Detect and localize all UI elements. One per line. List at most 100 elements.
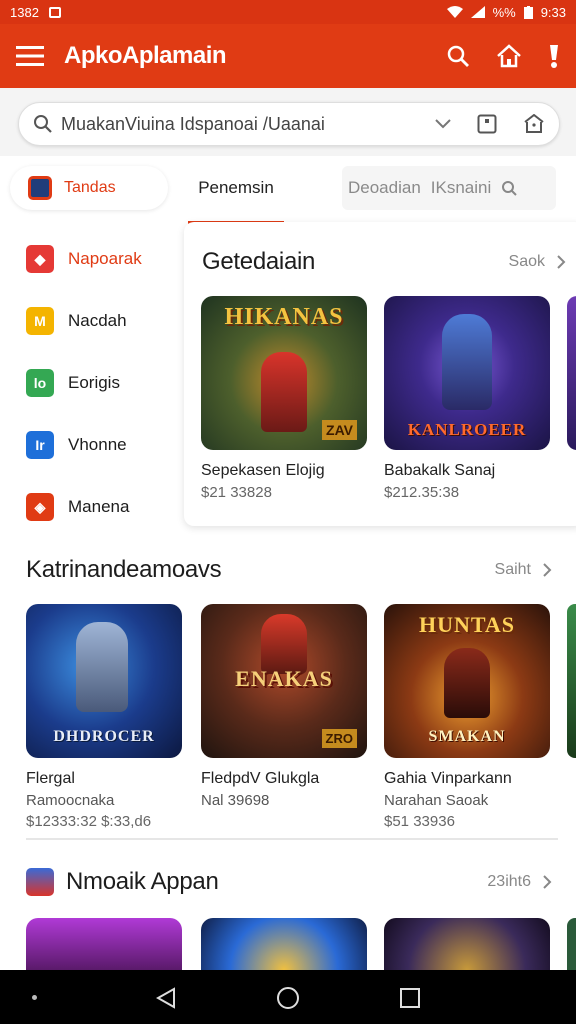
category-icon: lo <box>26 369 54 397</box>
tab-muted[interactable]: Deoadian IKsnaini <box>342 166 556 210</box>
game-card[interactable]: HIKANAS ZAV Sepekasen Elojig $21 33828 <box>201 296 367 501</box>
see-more-link[interactable]: Saiht <box>495 561 552 579</box>
artwork-hero <box>442 314 492 410</box>
tab-bar: Tandas Penemsin Deoadian IKsnaini <box>0 160 576 224</box>
search-bar <box>18 102 560 146</box>
category-icon: Ir <box>26 431 54 459</box>
tab-active-label: Penemsin <box>198 178 274 197</box>
artwork-banner: DHDROCER <box>53 728 155 745</box>
see-more-link[interactable]: 23iht6 <box>487 873 552 891</box>
chevron-right-icon <box>543 563 552 577</box>
game-developer: Nal 39698 <box>201 792 270 809</box>
chevron-right-icon <box>543 875 552 889</box>
game-artwork: ENAKAS ZRO <box>201 604 367 758</box>
home-icon[interactable] <box>496 44 522 68</box>
game-name: Flergal <box>26 770 75 787</box>
battery-icon <box>523 5 533 19</box>
search-input[interactable] <box>61 113 431 135</box>
search-icon <box>502 181 517 196</box>
artwork-banner: SMAKAN <box>428 728 506 745</box>
sidebar-item[interactable]: Ir Vhonne <box>0 414 184 476</box>
game-artwork: DHDROCER <box>26 604 182 758</box>
category-sidebar: ◆ Napoarak M Nacdah lo Eorigis Ir Vhonne… <box>0 228 184 538</box>
artwork-banner: KANLROEER <box>407 420 527 439</box>
status-bar: 1382 %% 9:33 <box>0 0 576 24</box>
game-name: Babakalk Sanaj <box>384 462 496 479</box>
tab-muted-label-2: IKsnaini <box>430 178 492 197</box>
game-card[interactable]: HUNTAS SMAKAN Gahia Vinparkann Narahan S… <box>384 604 550 830</box>
game-artwork[interactable] <box>384 918 550 970</box>
search-icon <box>34 115 52 133</box>
app-title: ApkoAplamain <box>64 42 227 69</box>
wifi-icon <box>446 6 463 18</box>
chevron-right-icon <box>557 255 566 269</box>
app-bar: ApkoAplamain <box>0 24 576 88</box>
artwork-badge: ZAV <box>322 420 357 440</box>
game-artwork: KANLROEER <box>384 296 550 450</box>
section-title: Nmoaik Appan <box>66 868 219 895</box>
system-nav-bar <box>0 970 576 1024</box>
artwork-badge: ZRO <box>321 729 357 748</box>
see-more-label: Saiht <box>494 561 531 578</box>
sidebar-item[interactable]: ◈ Manena <box>0 476 184 538</box>
tab-muted-label: Deoadian <box>348 178 421 197</box>
see-more-link[interactable]: Saok <box>509 253 566 271</box>
game-price: $12333:32 $:33,d6 <box>26 813 152 830</box>
recents-icon[interactable] <box>400 988 420 1008</box>
game-card[interactable]: ENAKAS ZRO FledpdV Glukgla Nal 39698 <box>201 604 367 809</box>
game-price: $21 33828 <box>201 484 272 501</box>
game-developer: Ramoocnaka <box>26 792 115 809</box>
tab-categories[interactable]: Tandas <box>10 166 168 210</box>
search-icon[interactable] <box>446 44 470 68</box>
chevron-down-icon[interactable] <box>435 119 451 129</box>
artwork-hero <box>261 352 307 432</box>
next-card-peek <box>567 604 576 758</box>
category-icon: ◈ <box>26 493 54 521</box>
sidebar-item-label: Napoarak <box>68 249 142 268</box>
battery-percent: %% <box>492 4 516 20</box>
featured-title: Getedaiain <box>202 248 316 275</box>
game-artwork: HIKANAS ZAV <box>201 296 367 450</box>
game-price: $212.35:38 <box>384 484 460 501</box>
menu-icon[interactable] <box>16 45 44 67</box>
section-header: Katrinandeamoavs Saiht <box>26 556 552 584</box>
sidebar-item[interactable]: ◆ Napoarak <box>0 228 184 290</box>
section-title: Katrinandeamoavs <box>26 556 222 583</box>
store-icon[interactable] <box>523 114 545 134</box>
game-artwork: HUNTAS SMAKAN <box>384 604 550 758</box>
category-icon <box>28 176 52 200</box>
back-icon[interactable] <box>156 987 176 1009</box>
section-icon <box>26 868 54 896</box>
sidebar-item-label: Nacdah <box>68 311 127 330</box>
artwork-title: HUNTAS <box>418 612 516 637</box>
game-card[interactable]: DHDROCER Flergal Ramoocnaka $12333:32 $:… <box>26 604 192 830</box>
sidebar-item[interactable]: M Nacdah <box>0 290 184 352</box>
home-button-icon[interactable] <box>276 986 300 1010</box>
section-divider <box>26 838 558 840</box>
category-icon: M <box>26 307 54 335</box>
game-artwork[interactable] <box>26 918 182 970</box>
nav-dot <box>32 995 37 1000</box>
category-icon: ◆ <box>26 245 54 273</box>
next-card-peek <box>567 296 576 450</box>
game-name: Sepekasen Elojig <box>201 462 325 479</box>
artwork-banner: HIKANAS <box>224 304 344 330</box>
game-artwork[interactable] <box>201 918 367 970</box>
artwork-hero <box>444 648 490 718</box>
tab-active[interactable]: Penemsin <box>188 166 284 224</box>
see-more-label: 23iht6 <box>487 873 531 890</box>
featured-header: Getedaiain Saok <box>202 248 566 276</box>
artwork-hero <box>76 622 128 712</box>
game-card[interactable]: KANLROEER Babakalk Sanaj $212.35:38 <box>384 296 550 501</box>
artwork-banner: ENAKAS <box>235 666 333 691</box>
sidebar-item-label: Eorigis <box>68 373 120 392</box>
signal-icon <box>470 6 485 18</box>
status-time-left: 1382 <box>10 4 39 20</box>
search-area <box>0 88 576 156</box>
game-name: FledpdV Glukgla <box>201 770 320 787</box>
save-icon[interactable] <box>477 114 497 134</box>
alert-icon[interactable] <box>548 43 560 69</box>
sidebar-item[interactable]: lo Eorigis <box>0 352 184 414</box>
artwork-hero <box>261 614 307 674</box>
section-header: Nmoaik Appan 23iht6 <box>26 868 552 896</box>
